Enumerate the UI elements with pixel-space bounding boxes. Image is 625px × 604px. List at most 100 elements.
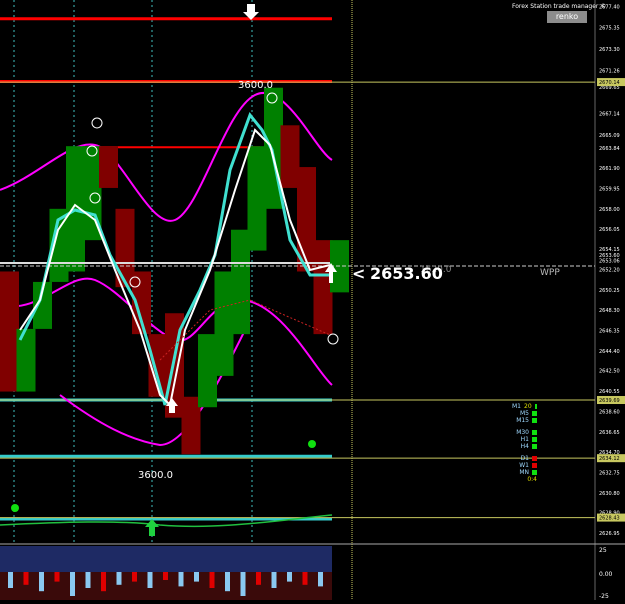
- renko-brick: [247, 146, 267, 251]
- wpp-label: WPP: [540, 268, 560, 278]
- y-tick-label: 2667.14: [599, 111, 620, 117]
- tf-status-square: [532, 463, 537, 468]
- tf-extra: 0:4: [527, 476, 537, 483]
- tf-status-square: [532, 470, 537, 475]
- histogram-bar: [132, 572, 137, 582]
- y-tick-label: 2642.50: [599, 369, 620, 375]
- svg-text:25: 25: [599, 547, 607, 554]
- histogram-bar: [225, 572, 230, 592]
- tf-extra: 20: [524, 403, 532, 410]
- y-tick-label: 2630.80: [599, 491, 620, 497]
- highlight-tick-label: 2628.43: [599, 516, 620, 522]
- histogram-bar: [318, 572, 323, 587]
- tf-row: M5: [512, 410, 537, 417]
- histogram-bar: [163, 572, 168, 580]
- tf-row: 0:4: [512, 476, 537, 483]
- svg-text:0.00: 0.00: [599, 571, 613, 578]
- y-tick-label: 2663.84: [599, 146, 620, 152]
- highlight-tick-label: 2670.14: [599, 80, 620, 86]
- renko-brick: [0, 271, 19, 392]
- y-tick-label: 2653.06: [599, 258, 620, 264]
- tf-label: M30: [516, 429, 529, 436]
- histogram-bar: [85, 572, 91, 588]
- trade-manager-title: Forex Station trade manager ©: [512, 3, 607, 10]
- y-tick-label: 2626.95: [599, 531, 620, 537]
- tf-row: M15: [512, 417, 537, 424]
- y-tick-label: 2632.75: [599, 470, 620, 476]
- tf-row: W1: [512, 462, 537, 469]
- histogram-bar: [302, 572, 308, 585]
- tf-row: H1: [512, 436, 537, 443]
- timeframe-status-table: M1 20 M5 M15 M30 H1 H4 D1 W1 MN 0:4: [512, 403, 537, 483]
- histogram-bar: [178, 572, 184, 587]
- y-tick-label: 2640.55: [599, 389, 620, 395]
- renko-brick: [99, 146, 118, 188]
- svg-text:-25: -25: [599, 593, 609, 600]
- signal-dot-green: [308, 440, 316, 448]
- histogram-bar: [209, 572, 215, 588]
- y-tick-label: 2665.09: [599, 133, 620, 139]
- y-tick-label: 2636.65: [599, 430, 620, 436]
- histogram-bar: [287, 572, 292, 582]
- tf-row: MN: [512, 469, 537, 476]
- highlight-tick-label: 2639.69: [599, 398, 620, 404]
- histogram-bar: [8, 572, 13, 588]
- y-tick-label: 2644.40: [599, 349, 620, 355]
- tf-label: MN: [519, 469, 529, 476]
- histogram-bar: [54, 572, 60, 582]
- bottom-count-label: 3600.0: [138, 470, 173, 481]
- y-tick-label: 2671.26: [599, 68, 620, 74]
- tf-row: H4: [512, 443, 537, 450]
- y-tick-label: 2658.00: [599, 207, 620, 213]
- tf-status-square: [532, 444, 537, 449]
- tf-status-square: [534, 404, 537, 409]
- renko-button[interactable]: renko: [547, 11, 587, 23]
- y-tick-label: 2659.95: [599, 186, 620, 192]
- tf-label: H4: [520, 443, 529, 450]
- histogram-bar: [147, 572, 153, 588]
- tf-status-square: [532, 456, 537, 461]
- highlight-tick-label: 2634.12: [599, 456, 620, 462]
- histogram-bar: [194, 572, 199, 582]
- y-tick-label: 2673.30: [599, 47, 620, 53]
- y-tick-label: 2675.35: [599, 26, 620, 32]
- histogram-bar: [23, 572, 29, 585]
- y-tick-label: 2669.65: [599, 85, 620, 91]
- y-tick-label: 2650.25: [599, 288, 620, 294]
- renko-brick: [115, 208, 135, 288]
- renko-brick: [313, 240, 333, 335]
- tf-row: M1 20: [512, 403, 537, 410]
- histogram-bar: [70, 572, 75, 596]
- tf-label: M1: [512, 403, 521, 410]
- histogram-bar: [101, 572, 106, 592]
- y-tick-label: 2638.60: [599, 409, 620, 415]
- y-tick-label: 2656.05: [599, 227, 620, 233]
- renko-brick: [198, 334, 217, 408]
- price-chart-svg[interactable]: 2677.402675.352673.302671.262669.652667.…: [0, 0, 625, 600]
- top-count-label: 3600.0: [238, 80, 273, 91]
- tf-label: D1: [520, 455, 529, 462]
- histogram-bar: [39, 572, 44, 592]
- y-tick-label: 2652.20: [599, 267, 620, 273]
- renko-brick: [231, 229, 250, 335]
- tf-label: W1: [519, 462, 529, 469]
- histogram-bar: [240, 572, 246, 596]
- histogram-bar: [256, 572, 261, 585]
- tf-label: M15: [516, 417, 529, 424]
- y-tick-label: 2646.35: [599, 328, 620, 334]
- y-tick-label: 2661.90: [599, 166, 620, 172]
- renko-brick: [280, 125, 300, 188]
- tf-status-square: [532, 437, 537, 442]
- histogram-bar: [116, 572, 122, 585]
- histogram-bar: [271, 572, 277, 588]
- tf-label: H1: [520, 436, 529, 443]
- tf-row: M30: [512, 429, 537, 436]
- renko-brick: [181, 396, 201, 455]
- tf-row: D1: [512, 455, 537, 462]
- trading-chart[interactable]: 2677.40 2675.35 2673.30 2671.26 2669.65 2667.…: [0, 0, 625, 600]
- tf-status-square: [532, 411, 537, 416]
- current-price-label: 2653.60: [370, 264, 443, 283]
- renko-brick: [214, 271, 234, 376]
- tf-status-square: [532, 430, 537, 435]
- signal-dot-green-2: [11, 504, 19, 512]
